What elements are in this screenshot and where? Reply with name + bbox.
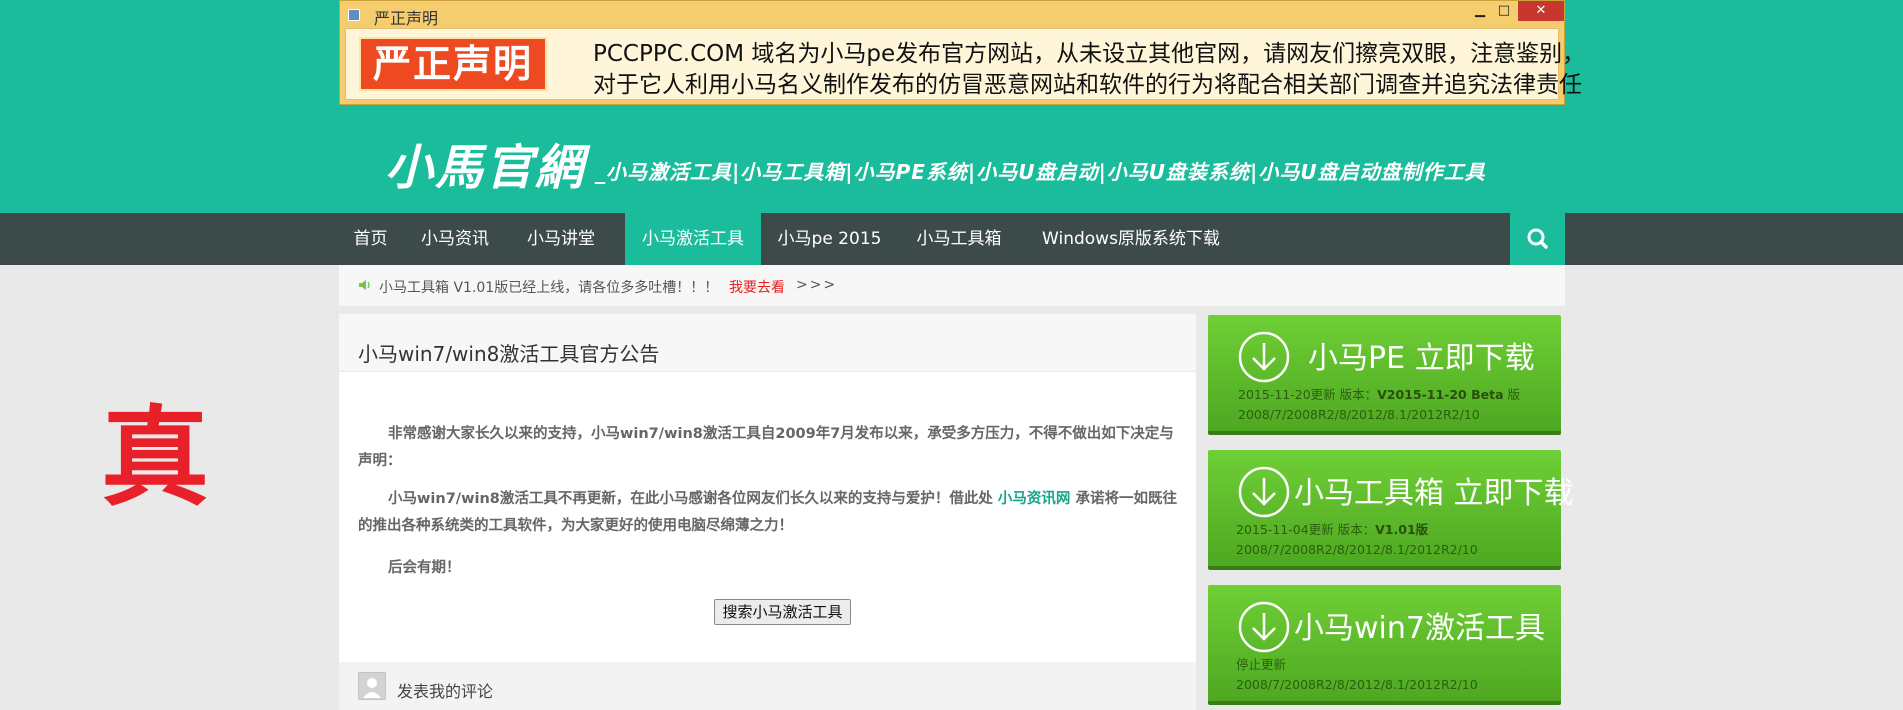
minimize-button[interactable]: ▁ xyxy=(1468,1,1492,21)
article-paragraph-2: 小马win7/win8激活工具不再更新，在此小马感谢各位网友们长久以来的支持与爱… xyxy=(358,486,1178,540)
update-date: 2015-11-20更新 版本： xyxy=(1238,387,1378,402)
comment-section: 发表我的评论 xyxy=(339,662,1196,710)
update-date: 2015-11-04更新 版本： xyxy=(1236,522,1376,537)
site-tagline: _小马激活工具|小马工具箱|小马PE系统|小马U盘启动|小马U盘装系统|小马U盘… xyxy=(595,160,1486,184)
download-icon xyxy=(1238,601,1290,653)
avatar xyxy=(358,672,386,700)
download-card-toolbox[interactable]: 小马工具箱 立即下载 2015-11-04更新 版本：V1.01版 2008/7… xyxy=(1208,450,1574,570)
download-title: 小马win7激活工具 xyxy=(1294,611,1545,646)
download-title: 小马工具箱 立即下载 xyxy=(1294,476,1574,511)
search-icon xyxy=(1527,228,1548,249)
notice-badge: 严正声明 xyxy=(359,37,547,91)
close-button[interactable]: ✕ xyxy=(1518,1,1564,21)
download-card-pe[interactable]: 小马PE 立即下载 2015-11-20更新 版本：V2015-11-20 Be… xyxy=(1208,315,1561,435)
article-paragraph-3: 后会有期！ xyxy=(388,560,461,576)
authentic-stamp: 真 xyxy=(101,395,210,521)
paragraph-2-text-a: 小马win7/win8激活工具不再更新，在此小马感谢各位网友们长久以来的支持与爱… xyxy=(388,491,998,507)
supported-systems: 2008/7/2008R2/8/2012/8.1/2012R2/10 xyxy=(1238,407,1480,422)
ticker-link[interactable]: 我要去看 xyxy=(729,277,785,297)
version-suffix: 版 xyxy=(1503,387,1521,402)
article-title: 小马win7/win8激活工具官方公告 xyxy=(358,342,660,366)
download-icon xyxy=(1238,466,1290,518)
version-number: V1.01版 xyxy=(1375,522,1429,537)
download-meta: 2015-11-04更新 版本：V1.01版 2008/7/2008R2/8/2… xyxy=(1236,520,1478,560)
nav-item-windows-download[interactable]: Windows原版系统下载 xyxy=(1020,213,1242,265)
search-activation-tool-button[interactable]: 搜索小马激活工具 xyxy=(714,599,851,625)
main-nav: 首页 小马资讯 小马讲堂 小马激活工具 小马pe 2015 小马工具箱 Wind… xyxy=(0,213,1903,265)
download-sidebar: 小马PE 立即下载 2015-11-20更新 版本：V2015-11-20 Be… xyxy=(1202,313,1574,710)
popup-titlebar[interactable]: 严正声明 ▁ □ ✕ xyxy=(340,1,1564,28)
user-icon xyxy=(363,678,381,698)
ticker-text: 小马工具箱 V1.01版已经上线，请各位多多吐槽！！！ xyxy=(379,280,719,296)
download-meta: 停止更新 2008/7/2008R2/8/2012/8.1/2012R2/10 xyxy=(1236,655,1478,695)
download-card-win7-activator[interactable]: 小马win7激活工具 停止更新 2008/7/2008R2/8/2012/8.1… xyxy=(1208,585,1561,705)
speaker-icon xyxy=(359,280,370,290)
notice-line-2: 对于它人利用小马名义制作发布的仿冒恶意网站和软件的行为将配合相关部门调查并追究法… xyxy=(593,72,1582,98)
site-logo[interactable]: 小馬官網 xyxy=(385,128,585,198)
supported-systems: 2008/7/2008R2/8/2012/8.1/2012R2/10 xyxy=(1236,677,1478,692)
announcement-article: 小马win7/win8激活工具官方公告 非常感谢大家长久以来的支持，小马win7… xyxy=(339,314,1196,710)
nav-item-pe-2015[interactable]: 小马pe 2015 xyxy=(761,213,898,265)
version-number: V2015-11-20 Beta xyxy=(1377,387,1504,402)
nav-item-news[interactable]: 小马资讯 xyxy=(402,213,508,265)
news-site-link[interactable]: 小马资讯网 xyxy=(998,491,1071,507)
download-title: 小马PE 立即下载 xyxy=(1308,341,1535,376)
download-icon xyxy=(1238,331,1290,383)
app-icon xyxy=(348,9,360,21)
ticker-more: >>> xyxy=(796,277,838,293)
post-comment-link[interactable]: 发表我的评论 xyxy=(397,678,493,702)
nav-item-toolbox[interactable]: 小马工具箱 xyxy=(898,213,1020,265)
nav-item-lectures[interactable]: 小马讲堂 xyxy=(508,213,614,265)
nav-item-activation-tool[interactable]: 小马激活工具 xyxy=(625,213,761,265)
notice-popup-window: 严正声明 ▁ □ ✕ 严正声明 PCCPPC.COM 域名为小马pe发布官方网站… xyxy=(339,0,1585,105)
maximize-button[interactable]: □ xyxy=(1492,1,1516,21)
announcement-ticker: 小马工具箱 V1.01版已经上线，请各位多多吐槽！！！ 我要去看 >>> xyxy=(339,265,1565,306)
search-button[interactable] xyxy=(1510,213,1565,265)
notice-body: 严正声明 PCCPPC.COM 域名为小马pe发布官方网站，从未设立其他官网，请… xyxy=(345,28,1585,100)
supported-systems: 2008/7/2008R2/8/2012/8.1/2012R2/10 xyxy=(1236,542,1478,557)
notice-line-1: PCCPPC.COM 域名为小马pe发布官方网站，从未设立其他官网，请网友们擦亮… xyxy=(593,41,1586,67)
update-status: 停止更新 xyxy=(1236,657,1287,672)
popup-title: 严正声明 xyxy=(374,9,439,28)
nav-item-home[interactable]: 首页 xyxy=(339,213,402,265)
download-meta: 2015-11-20更新 版本：V2015-11-20 Beta 版 2008/… xyxy=(1238,385,1520,425)
article-header: 小马win7/win8激活工具官方公告 xyxy=(339,314,1196,372)
article-paragraph-1: 非常感谢大家长久以来的支持，小马win7/win8激活工具自2009年7月发布以… xyxy=(358,426,1174,469)
